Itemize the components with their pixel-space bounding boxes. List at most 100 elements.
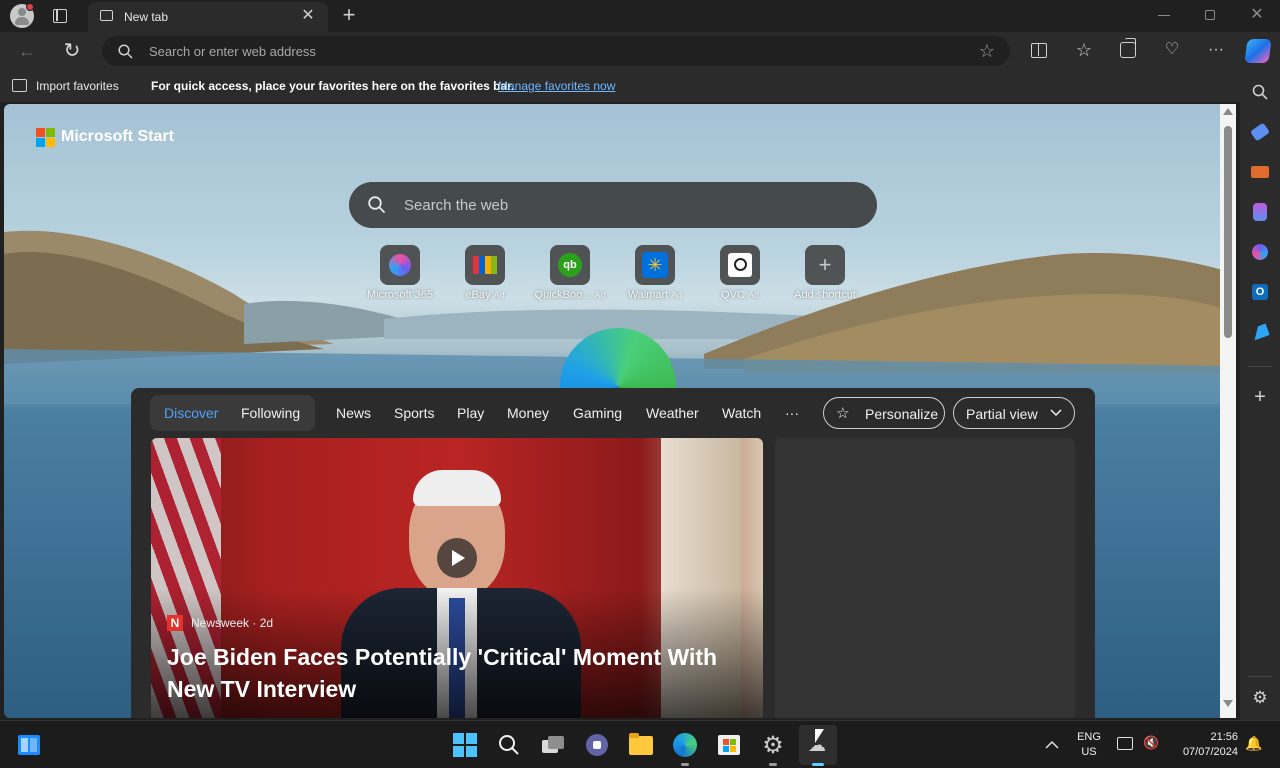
feed-toggle: Discover Following xyxy=(150,395,315,431)
qvc-icon xyxy=(720,245,760,285)
tools-icon[interactable] xyxy=(1249,161,1271,183)
shopping-tag-icon[interactable] xyxy=(1249,121,1271,143)
chevron-down-icon xyxy=(1050,409,1062,417)
manage-favorites-link[interactable]: Manage favorites now xyxy=(498,79,615,93)
refresh-button[interactable]: ↻ xyxy=(61,40,83,62)
clock[interactable]: 21:56 07/07/2024 xyxy=(1168,730,1238,760)
personalize-button[interactable]: ☆ Personalize xyxy=(823,397,945,429)
sidebar-search-icon[interactable] xyxy=(1249,81,1271,103)
network-icon[interactable] xyxy=(1117,737,1133,750)
widgets-icon[interactable] xyxy=(15,731,43,759)
shortcut-label: QVC xyxy=(721,289,745,301)
edge-taskbar-icon[interactable] xyxy=(671,731,699,759)
shortcut-walmart[interactable]: ✳ Walmart Ad xyxy=(610,245,700,301)
region-code: US xyxy=(1081,746,1097,758)
tab-new-tab[interactable]: New tab ✕ xyxy=(88,2,328,32)
browser-essentials-icon[interactable]: ♡ xyxy=(1161,38,1183,62)
walmart-icon: ✳ xyxy=(635,245,675,285)
story-meta-separator: · xyxy=(252,616,257,630)
shortcut-quickbooks[interactable]: qb QuickBoo... Ad xyxy=(525,245,615,301)
games-icon[interactable] xyxy=(1249,201,1271,223)
split-screen-icon[interactable] xyxy=(1031,43,1047,58)
settings-running-indicator xyxy=(769,763,777,766)
story-card[interactable]: N Newsweek · 2d Joe Biden Faces Potentia… xyxy=(151,438,763,718)
store-icon[interactable] xyxy=(715,731,743,759)
shortcut-ebay[interactable]: eBay Ad xyxy=(440,245,530,301)
close-window-button[interactable]: ✕ xyxy=(1249,6,1265,24)
play-video-button[interactable] xyxy=(437,538,477,578)
shortcut-qvc[interactable]: QVC Ad xyxy=(695,245,785,301)
tab-title: New tab xyxy=(124,10,169,24)
start-button[interactable] xyxy=(451,731,479,759)
web-search-box[interactable]: Search the web xyxy=(349,182,877,228)
nav-item-news[interactable]: News xyxy=(336,405,371,421)
volume-muted-icon[interactable]: 🔇 xyxy=(1143,735,1159,751)
nav-item-weather[interactable]: Weather xyxy=(646,405,699,421)
ad-badge: Ad xyxy=(671,290,683,300)
microsoft-365-icon xyxy=(380,245,420,285)
news-feed: Discover Following News Sports Play Mone… xyxy=(131,388,1095,718)
collections-icon[interactable] xyxy=(1120,38,1136,58)
story-headline[interactable]: Joe Biden Faces Potentially 'Critical' M… xyxy=(167,641,757,705)
sparkle-icon: ☆ xyxy=(836,405,850,422)
language-code: ENG xyxy=(1077,731,1101,743)
story-headline-line1: Joe Biden Faces Potentially 'Critical' M… xyxy=(167,644,718,670)
tab-page-icon xyxy=(100,10,113,21)
outlook-icon[interactable]: O xyxy=(1249,281,1271,303)
back-button[interactable]: ← xyxy=(17,41,37,61)
nav-item-money[interactable]: Money xyxy=(507,405,549,421)
address-placeholder: Search or enter web address xyxy=(149,44,316,59)
shortcut-microsoft-365[interactable]: Microsoft 365 xyxy=(355,245,445,301)
settings-taskbar-icon[interactable]: ⚙ xyxy=(759,731,787,759)
nav-item-gaming[interactable]: Gaming xyxy=(573,405,622,421)
notifications-icon[interactable]: 🔔 xyxy=(1245,735,1262,751)
microsoft-logo xyxy=(36,128,56,148)
drop-icon[interactable] xyxy=(1249,321,1271,343)
ad-badge: Ad xyxy=(747,290,759,300)
profile-avatar[interactable] xyxy=(10,3,34,28)
add-sidebar-app-icon[interactable]: + xyxy=(1249,386,1271,408)
view-dropdown[interactable]: Partial view xyxy=(953,397,1075,429)
new-tab-button[interactable]: + xyxy=(338,4,360,26)
tab-discover[interactable]: Discover xyxy=(164,405,218,421)
close-tab-icon[interactable]: ✕ xyxy=(300,8,316,24)
minimize-button[interactable] xyxy=(1158,15,1170,16)
workspaces-icon[interactable] xyxy=(53,9,67,23)
view-dropdown-label: Partial view xyxy=(966,406,1038,422)
taskbar-search-icon[interactable] xyxy=(495,731,523,759)
microsoft-365-sidebar-icon[interactable] xyxy=(1249,241,1271,263)
more-options-icon[interactable]: ··· xyxy=(1205,38,1227,62)
tab-following[interactable]: Following xyxy=(241,405,300,421)
restore-button[interactable] xyxy=(1205,10,1215,20)
search-icon xyxy=(368,196,386,214)
language-indicator[interactable]: ENG US xyxy=(1076,730,1102,760)
favorite-star-icon[interactable]: ☆ xyxy=(976,40,998,62)
nav-item-play[interactable]: Play xyxy=(457,405,484,421)
import-favorites-icon xyxy=(12,79,27,92)
nav-item-sports[interactable]: Sports xyxy=(394,405,434,421)
teams-chat-icon[interactable] xyxy=(583,731,611,759)
web-search-placeholder: Search the web xyxy=(404,197,509,214)
address-bar[interactable]: Search or enter web address ☆ xyxy=(102,36,1010,66)
more-nav-button[interactable]: ··· xyxy=(785,405,799,421)
story-source: Newsweek xyxy=(191,616,250,630)
active-app-indicator xyxy=(812,763,824,766)
page-scrollbar[interactable] xyxy=(1220,104,1236,718)
title-bar: New tab ✕ + ✕ xyxy=(0,0,1280,32)
scroll-down-arrow[interactable] xyxy=(1223,700,1233,707)
scroll-up-arrow[interactable] xyxy=(1223,108,1233,115)
shortcut-add[interactable]: + Add shortcut xyxy=(780,245,870,301)
ad-badge: Ad xyxy=(594,290,606,300)
task-view-icon[interactable] xyxy=(539,731,567,759)
nav-item-watch[interactable]: Watch xyxy=(722,405,761,421)
mouse-cursor xyxy=(815,729,824,743)
copilot-icon[interactable] xyxy=(1244,39,1272,63)
file-explorer-icon[interactable] xyxy=(627,731,655,759)
sidebar-settings-icon[interactable]: ⚙ xyxy=(1249,687,1271,709)
ebay-icon xyxy=(465,245,505,285)
favorites-icon[interactable]: ☆ xyxy=(1073,38,1095,62)
edge-sidebar: O + ⚙ xyxy=(1240,70,1280,720)
import-favorites-link[interactable]: Import favorites xyxy=(36,79,119,93)
show-hidden-icons-chevron[interactable] xyxy=(1045,737,1061,753)
scroll-thumb[interactable] xyxy=(1224,126,1232,338)
